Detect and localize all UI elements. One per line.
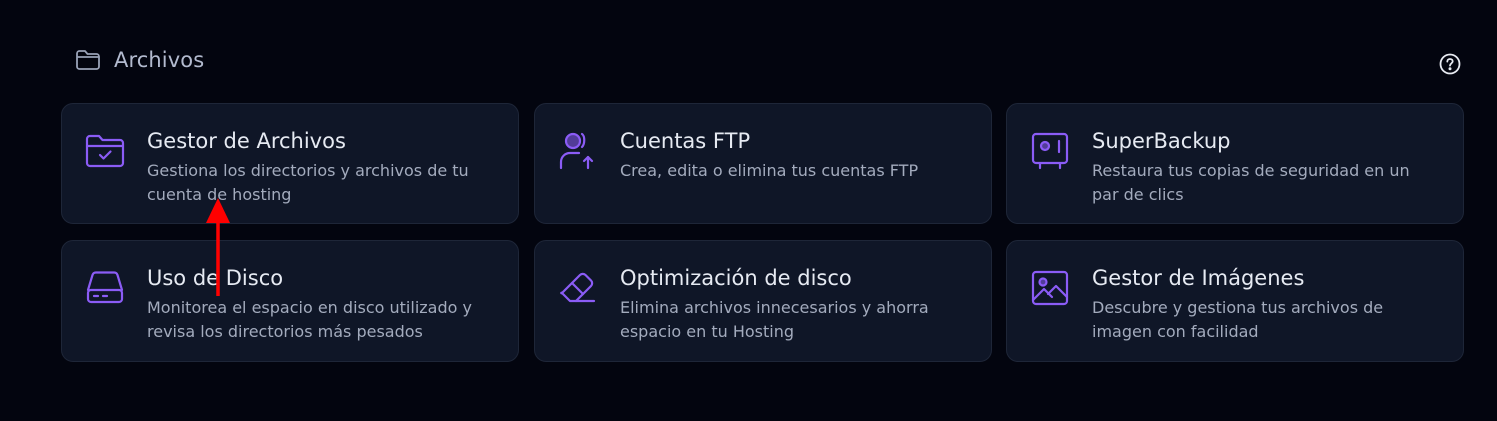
card-description: Elimina archivos innecesarios y ahorra e…: [620, 298, 929, 341]
card-cuentas-ftp[interactable]: Cuentas FTP Crea, edita o elimina tus cu…: [534, 103, 992, 224]
image-icon: [1031, 270, 1069, 306]
folder-check-icon: [85, 134, 125, 168]
card-description: Monitorea el espacio en disco utilizado …: [147, 298, 472, 341]
card-title: Gestor de Archivos: [147, 129, 346, 153]
safe-icon: [1031, 132, 1069, 170]
help-circle-icon[interactable]: [1439, 53, 1461, 75]
user-upload-icon: [559, 132, 594, 170]
card-description: Descubre y gestiona tus archivos de imag…: [1092, 298, 1384, 341]
card-superbackup[interactable]: SuperBackup Restaura tus copias de segur…: [1006, 103, 1464, 224]
card-title: Optimización de disco: [620, 266, 852, 290]
card-title: SuperBackup: [1092, 129, 1231, 153]
card-description: Restaura tus copias de seguridad en un p…: [1092, 161, 1410, 204]
eraser-icon: [560, 272, 596, 303]
hard-drive-icon: [86, 271, 124, 304]
card-gestor-archivos[interactable]: Gestor de Archivos Gestiona los director…: [61, 103, 519, 224]
card-title: Gestor de Imágenes: [1092, 266, 1305, 290]
folder-icon: [76, 50, 100, 70]
card-description: Gestiona los directorios y archivos de t…: [147, 161, 469, 204]
section-header: Archivos: [74, 48, 204, 72]
card-description: Crea, edita o elimina tus cuentas FTP: [620, 161, 919, 180]
section-title: Archivos: [114, 48, 205, 72]
card-uso-disco[interactable]: Uso de Disco Monitorea el espacio en dis…: [61, 240, 519, 362]
card-title: Uso de Disco: [147, 266, 284, 290]
card-title: Cuentas FTP: [620, 129, 751, 153]
card-optimizacion-disco[interactable]: Optimización de disco Elimina archivos i…: [534, 240, 992, 362]
card-gestor-imagenes[interactable]: Gestor de Imágenes Descubre y gestiona t…: [1006, 240, 1464, 362]
